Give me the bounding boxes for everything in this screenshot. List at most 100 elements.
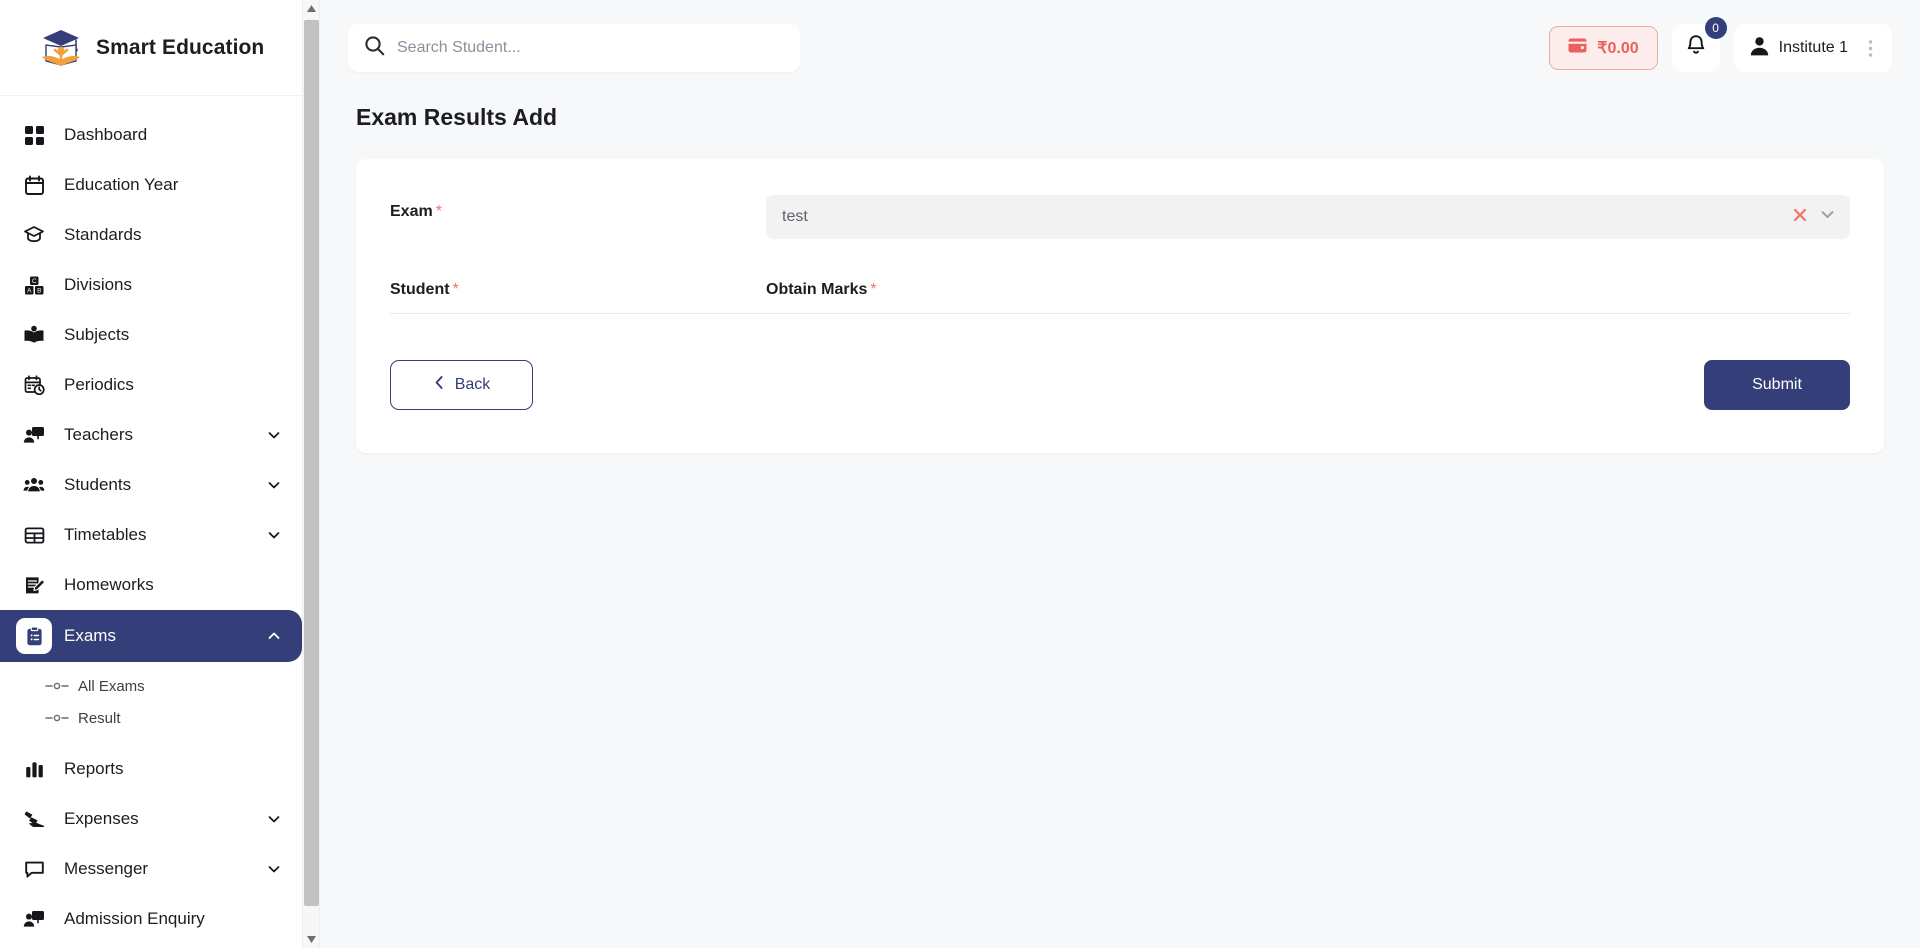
grid-icon: [16, 117, 52, 153]
dash-circle-icon: [44, 679, 70, 693]
exam-select-value: test: [782, 208, 808, 225]
required-marker: *: [870, 281, 877, 298]
submit-button[interactable]: Submit: [1704, 360, 1850, 410]
sidebar-item-exams[interactable]: Exams: [0, 610, 302, 662]
sidebar-item-timetables[interactable]: Timetables: [0, 510, 302, 560]
presentation-person-icon: [16, 417, 52, 453]
form-actions: Back Submit: [390, 360, 1850, 410]
app-root: Smart Education Dashboard Education Year…: [0, 0, 1920, 948]
user-menu[interactable]: Institute 1: [1733, 24, 1892, 72]
sidebar-item-homeworks[interactable]: Homeworks: [0, 560, 302, 610]
brand[interactable]: Smart Education: [0, 0, 302, 96]
chevron-down-icon[interactable]: [264, 425, 284, 445]
wallet-balance-button[interactable]: ₹0.00: [1549, 26, 1658, 70]
required-marker: *: [452, 281, 459, 298]
sidebar-item-label: Dashboard: [64, 125, 148, 144]
sidebar-subitem-result[interactable]: Result: [0, 702, 302, 734]
obtain-marks-label-text: Obtain Marks: [766, 281, 868, 298]
sidebar: Smart Education Dashboard Education Year…: [0, 0, 320, 948]
sidebar-item-label: Subjects: [64, 325, 130, 344]
user-name: Institute 1: [1778, 39, 1848, 56]
chat-bubble-icon: [16, 851, 52, 887]
search-icon: [364, 35, 385, 61]
student-label-text: Student: [390, 281, 450, 298]
chevron-left-icon: [433, 375, 446, 395]
sidebar-item-expenses[interactable]: Expenses: [0, 794, 302, 844]
graduation-cap-book-logo-icon: [38, 25, 84, 71]
sidebar-item-reports[interactable]: Reports: [0, 744, 302, 794]
exam-result-form-card: Exam * test Student * Obtain Marks * Bac…: [356, 159, 1884, 453]
search-input[interactable]: [397, 39, 784, 57]
sidebar-item-subjects[interactable]: Subjects: [0, 310, 302, 360]
exam-field-row: Exam * test: [390, 195, 1850, 239]
exam-select[interactable]: test: [766, 195, 1850, 239]
presentation-person-icon: [16, 901, 52, 937]
sidebar-item-teachers[interactable]: Teachers: [0, 410, 302, 460]
exam-label-text: Exam: [390, 203, 433, 220]
chevron-up-icon[interactable]: [264, 626, 284, 646]
blocks-icon: C A B: [16, 267, 52, 303]
search-box[interactable]: [348, 24, 800, 72]
graduation-cap-icon: [16, 217, 52, 253]
chevron-down-icon[interactable]: [264, 859, 284, 879]
sidebar-item-label: Homeworks: [64, 575, 154, 594]
sidebar-item-label: Education Year: [64, 175, 179, 194]
svg-text:C: C: [31, 278, 36, 285]
chevron-down-icon[interactable]: [264, 475, 284, 495]
sidebar-item-messenger[interactable]: Messenger: [0, 844, 302, 894]
sidebar-item-label: Admission Enquiry: [64, 909, 205, 928]
svg-text:A: A: [27, 287, 32, 294]
sidebar-item-label: Messenger: [64, 859, 149, 878]
chevron-down-icon[interactable]: [1819, 206, 1836, 228]
wallet-amount: ₹0.00: [1597, 40, 1639, 57]
sidebar-item-admission-enquiry[interactable]: Admission Enquiry: [0, 894, 302, 944]
notifications-button[interactable]: 0: [1671, 17, 1727, 72]
scroll-down-arrow-icon[interactable]: [303, 931, 320, 948]
sidebar-item-periodics[interactable]: Periodics: [0, 360, 302, 410]
sidebar-scroll-content: Smart Education Dashboard Education Year…: [0, 0, 320, 948]
open-book-icon: [16, 317, 52, 353]
back-button-label: Back: [454, 376, 491, 393]
sidebar-item-label: Periodics: [64, 375, 134, 394]
svg-text:B: B: [37, 287, 41, 294]
back-button[interactable]: Back: [390, 360, 533, 410]
scroll-up-arrow-icon[interactable]: [303, 0, 320, 17]
calendar-clock-icon: [16, 367, 52, 403]
main-content: ₹0.00 0: [320, 0, 1920, 948]
page-title: Exam Results Add: [356, 104, 558, 130]
required-marker: *: [435, 203, 442, 220]
topbar-right: ₹0.00 0 Institute 1: [1549, 17, 1892, 72]
sidebar-scrollbar[interactable]: [302, 0, 319, 948]
money-hand-icon: [16, 801, 52, 837]
dash-circle-icon: [44, 711, 70, 725]
exam-select-actions: [1793, 206, 1836, 228]
chevron-down-icon[interactable]: [264, 525, 284, 545]
sidebar-item-students[interactable]: Students: [0, 460, 302, 510]
clipboard-list-icon: [16, 618, 52, 654]
bell-icon: [1685, 34, 1707, 62]
sidebar-item-label: Exams: [64, 626, 116, 645]
sidebar-item-dashboard[interactable]: Dashboard: [0, 110, 302, 160]
close-x-icon[interactable]: [1793, 208, 1807, 227]
sidebar-item-divisions[interactable]: C A B Divisions: [0, 260, 302, 310]
chevron-down-icon[interactable]: [264, 809, 284, 829]
wallet-icon: [1568, 37, 1587, 59]
notification-count-badge: 0: [1704, 17, 1727, 39]
sidebar-item-label: Reports: [64, 759, 124, 778]
sidebar-item-label: Standards: [64, 225, 142, 244]
sidebar-item-label: Teachers: [64, 425, 133, 444]
brand-title: Smart Education: [96, 35, 265, 59]
sidebar-item-standards[interactable]: Standards: [0, 210, 302, 260]
sidebar-subitem-all-exams[interactable]: All Exams: [0, 670, 302, 702]
topbar: ₹0.00 0: [320, 0, 1920, 96]
sidebar-subitem-label: All Exams: [78, 677, 145, 695]
sidebar-item-education-year[interactable]: Education Year: [0, 160, 302, 210]
users-icon: [16, 467, 52, 503]
kebab-menu-icon[interactable]: [1858, 36, 1882, 60]
sidebar-item-label: Students: [64, 475, 132, 494]
user-icon: [1750, 36, 1769, 61]
bar-chart-icon: [16, 751, 52, 787]
sidebar-item-label: Divisions: [64, 275, 133, 294]
sidebar-nav: Dashboard Education Year Standards C A B…: [0, 96, 302, 944]
scrollbar-thumb[interactable]: [304, 20, 319, 906]
